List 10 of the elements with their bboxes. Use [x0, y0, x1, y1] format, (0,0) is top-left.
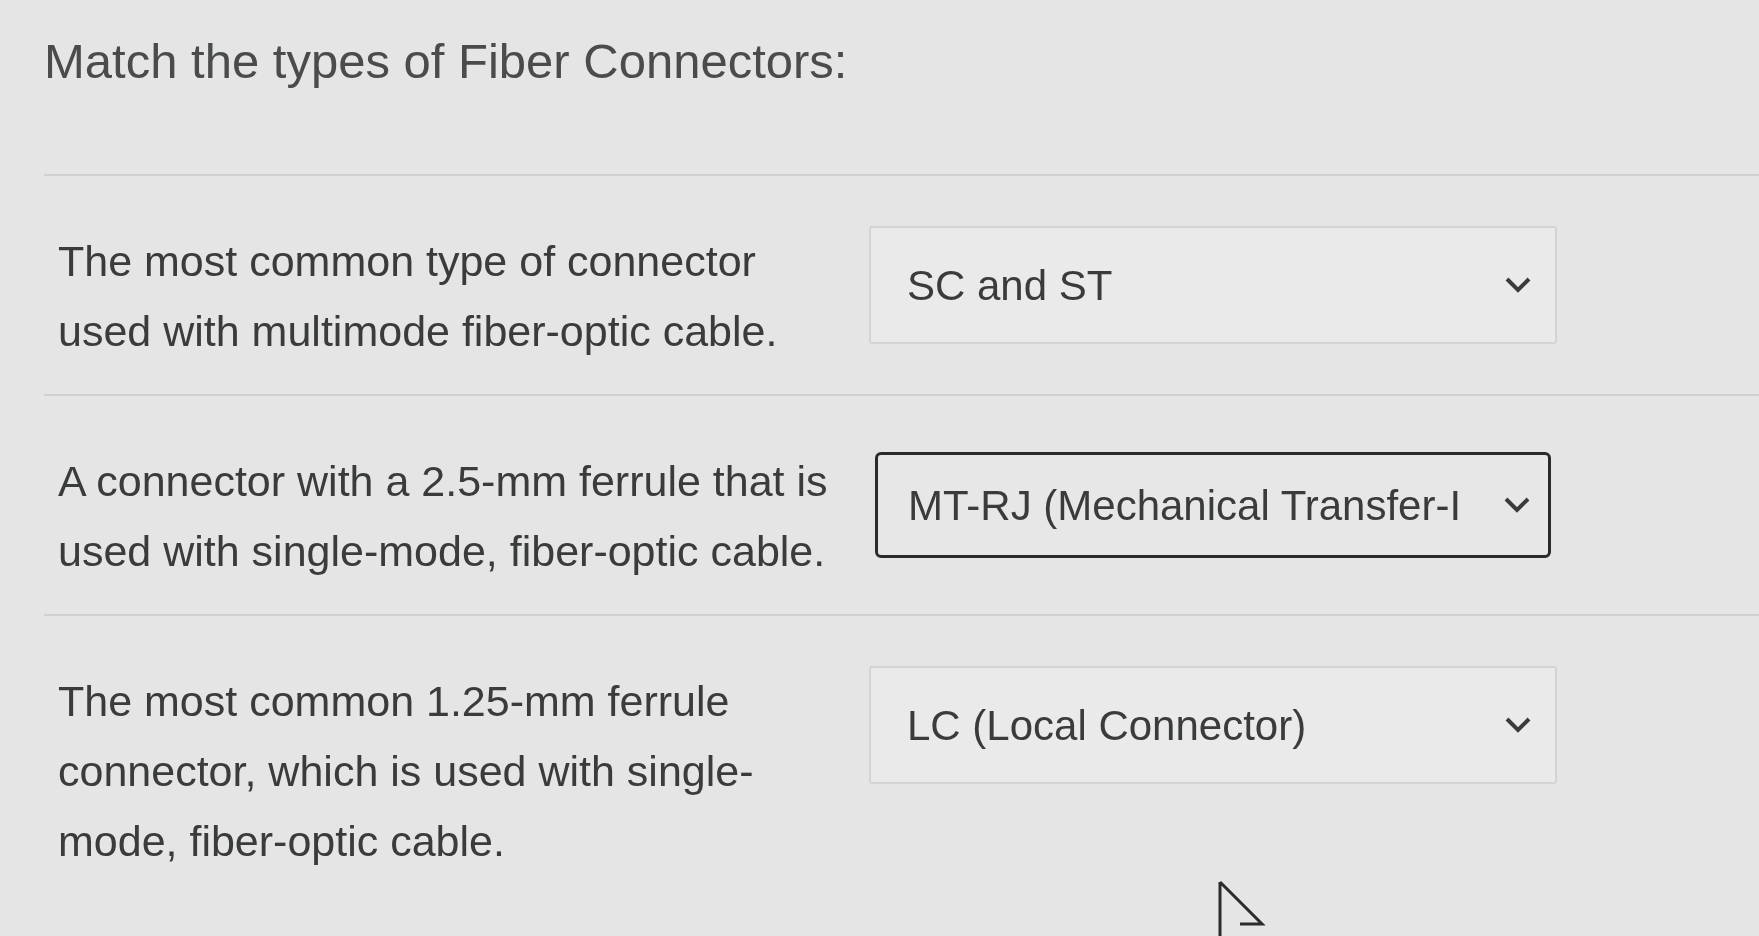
question-title: Match the types of Fiber Connectors: [44, 33, 849, 90]
answer-dropdown[interactable]: MT-RJ (Mechanical Transfer-I [875, 452, 1551, 558]
answer-dropdown[interactable]: SC and ST [869, 226, 1557, 344]
prompt-text: The most common 1.25-mm ferrule connector, which is used with single-mode, fiber-optic cable. [58, 676, 755, 867]
prompt-text: A connector with a 2.5-mm ferrule that is used with single-mode, fiber-optic cable. [58, 456, 829, 577]
answer-dropdown[interactable]: LC (Local Connector) [869, 666, 1557, 784]
chevron-down-icon [1504, 497, 1530, 513]
chevron-down-icon [1505, 277, 1531, 293]
prompt-text: The most common type of connector used with multimode fiber-optic cable. [58, 236, 779, 357]
chevron-down-icon [1505, 717, 1531, 733]
